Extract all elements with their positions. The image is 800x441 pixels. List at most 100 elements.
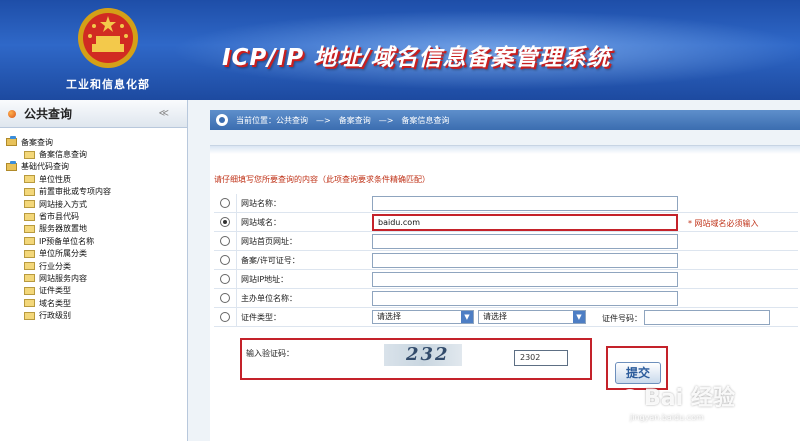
input-homepage[interactable] [372, 234, 678, 249]
tree-item-filing-query[interactable]: 备案信息查询 [6, 148, 187, 160]
cert-type-select-2[interactable]: 请选择 ▼ [478, 310, 586, 324]
select-value: 请选择 [483, 312, 507, 321]
watermark: Bai 经验 jingyan.baidu.com [620, 387, 750, 429]
captcha-label: 输入验证码： [246, 349, 294, 358]
row-ip: 网站IP地址： [214, 269, 798, 289]
row-domain: 网站域名： baidu.com * 网站域名必须输入 [214, 212, 798, 232]
domain-required-note: * 网站域名必须输入 [688, 219, 759, 228]
breadcrumb: 当前位置：公共查询 —> 备案查询 —> 备案信息查询 [210, 110, 800, 130]
label-domain: 网站域名： [236, 212, 376, 232]
label-homepage: 网站首页网址： [236, 231, 376, 251]
tree-item[interactable]: IP预备单位名称 [6, 235, 187, 247]
label-license: 备案/许可证号： [236, 250, 376, 270]
row-license: 备案/许可证号： [214, 250, 798, 270]
tree-item-label: 行业分类 [39, 261, 71, 271]
folder-icon [24, 224, 35, 233]
tree-item[interactable]: 服务器放置地 [6, 223, 187, 235]
tree-group-filing[interactable]: 备案查询 [6, 136, 187, 148]
tree-item[interactable]: 证件类型 [6, 285, 187, 297]
radio-site-name[interactable] [220, 198, 230, 208]
captcha-input[interactable]: 2302 [514, 350, 568, 366]
chevron-down-icon: ▼ [573, 311, 585, 323]
tree-item-label: 单位性质 [39, 174, 71, 184]
breadcrumb-level2[interactable]: 备案查询 [339, 115, 371, 126]
tree-item-label: 省市县代码 [39, 212, 79, 222]
submit-button[interactable]: 提交 [615, 362, 661, 384]
folder-icon [24, 150, 35, 159]
tree-item[interactable]: 域名类型 [6, 297, 187, 309]
folder-icon [24, 187, 35, 196]
captcha-highlight: 输入验证码： 232 2302 [240, 338, 592, 380]
sidebar-title: 公共查询 [24, 107, 73, 121]
radio-license[interactable] [220, 255, 230, 265]
input-domain[interactable]: baidu.com [372, 214, 678, 231]
tree-group-basic-codes[interactable]: 基础代码查询 [6, 160, 187, 173]
row-sponsor: 主办单位名称： [214, 288, 798, 308]
input-site-name[interactable] [372, 196, 678, 211]
select-value: 请选择 [377, 312, 401, 321]
tree-item-label: 网站接入方式 [39, 199, 87, 209]
tree-item-label: 前置审批或专项内容 [39, 187, 111, 197]
folder-icon [24, 274, 35, 283]
folder-icon [24, 237, 35, 246]
cert-type-select-1[interactable]: 请选择 ▼ [372, 310, 474, 324]
tree-item-label: 服务器放置地 [39, 224, 87, 234]
paw-icon [620, 389, 640, 409]
row-homepage: 网站首页网址： [214, 231, 798, 251]
watermark-url: jingyan.baidu.com [630, 413, 704, 422]
tree-item-label: 证件类型 [39, 286, 71, 296]
form-note: 请仔细填写您所要查询的内容（此项查询要求条件精确匹配） [214, 175, 430, 184]
radio-homepage[interactable] [220, 236, 230, 246]
folder-icon [24, 311, 35, 320]
header-banner: 工业和信息化部 ICP/IP 地址/域名信息备案管理系统 [0, 0, 800, 100]
tree-item-label: 域名类型 [39, 298, 71, 308]
tree-item-label: 行政级别 [39, 311, 71, 321]
tree-item[interactable]: 行业分类 [6, 260, 187, 272]
sidebar-header: 公共查询 ≪ [0, 100, 187, 128]
row-site-name: 网站名称： [214, 193, 798, 213]
folder-icon [6, 160, 17, 171]
collapse-icon[interactable]: ≪ [159, 108, 169, 119]
label-site-name: 网站名称： [236, 193, 376, 213]
folder-icon [6, 136, 17, 147]
breadcrumb-prefix[interactable]: 当前位置：公共查询 [236, 115, 308, 126]
input-license[interactable] [372, 253, 678, 268]
chevron-down-icon: ▼ [461, 311, 473, 323]
tree-item[interactable]: 省市县代码 [6, 210, 187, 222]
radio-ip[interactable] [220, 274, 230, 284]
tree-item[interactable]: 单位所属分类 [6, 248, 187, 260]
label-ip: 网站IP地址： [236, 269, 376, 289]
tree-group-label: 备案查询 [21, 137, 53, 147]
captcha-image[interactable]: 232 [384, 344, 462, 366]
tree-item[interactable]: 单位性质 [6, 173, 187, 185]
folder-icon [24, 262, 35, 271]
folder-icon [24, 249, 35, 258]
tree-item[interactable]: 网站接入方式 [6, 198, 187, 210]
home-icon [216, 114, 228, 126]
tree-group-label: 基础代码查询 [21, 162, 69, 172]
sidebar-tree: 备案查询 备案信息查询 基础代码查询 单位性质 前置审批或专项内容 网站接入方式… [0, 128, 187, 322]
form-top-strip [210, 146, 800, 154]
system-title: ICP/IP 地址/域名信息备案管理系统 [222, 45, 611, 71]
national-emblem-icon [78, 8, 138, 68]
watermark-brand: Bai 经验 [644, 386, 735, 411]
row-cert-type: 证件类型： 请选择 ▼ 请选择 ▼ 证件号码： [214, 307, 798, 327]
radio-sponsor[interactable] [220, 293, 230, 303]
folder-icon [24, 299, 35, 308]
input-sponsor[interactable] [372, 291, 678, 306]
tree-item-label: IP预备单位名称 [39, 236, 95, 246]
breadcrumb-separator: —> [316, 115, 331, 125]
radio-domain[interactable] [220, 217, 230, 227]
tree-item[interactable]: 行政级别 [6, 309, 187, 321]
breadcrumb-level3: 备案信息查询 [401, 115, 450, 125]
tree-item-label: 备案信息查询 [39, 150, 87, 160]
main-content: 当前位置：公共查询 —> 备案查询 —> 备案信息查询 请仔细填写您所要查询的内… [200, 100, 800, 441]
sidebar: 公共查询 ≪ 备案查询 备案信息查询 基础代码查询 单位性质 前置审批或专项内容… [0, 100, 188, 441]
tree-item-label: 网站服务内容 [39, 273, 87, 283]
tree-item[interactable]: 前置审批或专项内容 [6, 186, 187, 198]
input-cert-no[interactable] [644, 310, 770, 325]
input-ip[interactable] [372, 272, 678, 287]
ministry-logo: 工业和信息化部 [48, 6, 168, 96]
radio-cert-type[interactable] [220, 312, 230, 322]
tree-item[interactable]: 网站服务内容 [6, 272, 187, 284]
